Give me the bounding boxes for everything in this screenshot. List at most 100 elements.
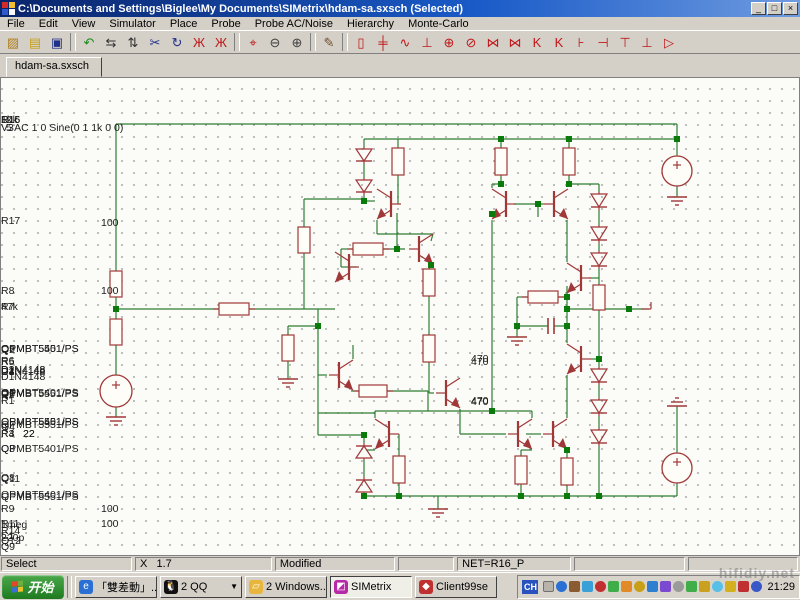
new-schematic-icon[interactable]: ▤ <box>24 32 46 52</box>
printer-tray-icon[interactable] <box>543 581 555 592</box>
place-capacitor-icon[interactable]: ╪ <box>372 32 394 52</box>
task-simetrix[interactable]: ◩ SIMetrix <box>330 575 412 598</box>
source-V3[interactable] <box>99 374 133 408</box>
tray-icon-8[interactable] <box>660 581 672 592</box>
task-explorer[interactable]: ▱2 Windows...▼ <box>245 575 327 598</box>
place-vsource-icon[interactable]: ⊕ <box>438 32 460 52</box>
resistor-R8[interactable] <box>281 334 295 362</box>
wire-junction[interactable] <box>361 198 367 204</box>
tray-icon-1[interactable] <box>569 581 581 592</box>
place-diode-1-icon[interactable]: ⋈ <box>482 32 504 52</box>
tray-icon-10[interactable] <box>686 581 698 592</box>
place-diode-2-icon[interactable]: ⋈ <box>504 32 526 52</box>
wire-junction[interactable] <box>596 356 602 362</box>
device-red-2-icon[interactable]: Ж <box>210 32 232 52</box>
menu-hierarchy[interactable]: Hierarchy <box>340 18 401 30</box>
tray-icon-7[interactable] <box>647 581 659 592</box>
task-client99se[interactable]: ◆ Client99se <box>415 575 497 598</box>
diode-D7[interactable] <box>589 252 609 268</box>
diode-D2[interactable] <box>354 179 374 194</box>
tray-icon-5[interactable] <box>621 581 633 592</box>
wire-junction[interactable] <box>535 201 541 207</box>
language-indicator[interactable]: CH <box>522 579 539 594</box>
resistor-R15[interactable] <box>109 318 123 346</box>
place-nfet-icon[interactable]: ⊦ <box>570 32 592 52</box>
minimize-button[interactable]: _ <box>751 2 766 15</box>
zoom-in-icon[interactable]: ⊕ <box>286 32 308 52</box>
place-inductor-icon[interactable]: ∿ <box>394 32 416 52</box>
diode-D9[interactable] <box>589 399 609 415</box>
menu-monte-carlo[interactable]: Monte-Carlo <box>401 18 476 30</box>
diode-D1[interactable] <box>354 148 374 163</box>
cut-icon[interactable]: ✂ <box>144 32 166 52</box>
tray-icon-4[interactable] <box>608 581 620 592</box>
tray-icon-6[interactable] <box>634 581 646 592</box>
wire-junction[interactable] <box>566 136 572 142</box>
schematic-canvas[interactable]: D1N4148 470 D1 R1 D1N4148 D2 Q1 QPMBT5401/PS QPM… <box>0 77 800 556</box>
resistor-R5[interactable] <box>352 242 384 256</box>
source-V1[interactable] <box>661 155 693 187</box>
resistor-R9[interactable] <box>494 147 508 176</box>
wire-junction[interactable] <box>514 323 520 329</box>
resistor-R6[interactable] <box>358 384 388 398</box>
tray-icon-14[interactable] <box>738 581 750 592</box>
place-pfet-icon[interactable]: ⊣ <box>592 32 614 52</box>
menu-edit[interactable]: Edit <box>32 18 65 30</box>
wire-junction[interactable] <box>564 493 570 499</box>
wire-junction[interactable] <box>518 493 524 499</box>
tab-schematic[interactable]: hdam-sa.sxsch <box>6 57 102 77</box>
resistor-R4[interactable] <box>422 334 436 363</box>
tray-icon-3[interactable] <box>595 581 607 592</box>
diode-D6[interactable] <box>589 226 609 242</box>
zoom-out-icon[interactable]: ⊖ <box>264 32 286 52</box>
wire-junction[interactable] <box>361 493 367 499</box>
diode-D10[interactable] <box>589 368 609 384</box>
menu-place[interactable]: Place <box>163 18 205 30</box>
wire-junction[interactable] <box>489 408 495 414</box>
place-npn-icon[interactable]: K <box>526 32 548 52</box>
task-qq[interactable]: 🐧 2 QQ ▼ <box>160 575 242 598</box>
maximize-button[interactable]: □ <box>767 2 782 15</box>
save-icon[interactable]: ▣ <box>46 32 68 52</box>
wire-junction[interactable] <box>564 447 570 453</box>
menu-simulator[interactable]: Simulator <box>102 18 162 30</box>
task-qq-dropdown-icon[interactable]: ▼ <box>230 582 238 591</box>
rotate-icon[interactable]: ↻ <box>166 32 188 52</box>
menu-probe-ac-noise[interactable]: Probe AC/Noise <box>248 18 340 30</box>
fit-horizontal-icon[interactable]: ⇆ <box>100 32 122 52</box>
resistor-R7[interactable] <box>297 226 311 254</box>
place-pjfet-icon[interactable]: ⊥ <box>636 32 658 52</box>
wire-junction[interactable] <box>498 136 504 142</box>
start-button[interactable]: 开始 <box>2 574 64 599</box>
tray-icon-2[interactable] <box>582 581 594 592</box>
wire-junction[interactable] <box>596 493 602 499</box>
diode-D4[interactable] <box>354 478 374 493</box>
undo-icon[interactable]: ↶ <box>78 32 100 52</box>
wire-junction[interactable] <box>113 306 119 312</box>
wire-junction[interactable] <box>564 323 570 329</box>
close-button[interactable]: × <box>783 2 798 15</box>
resistor-R1[interactable] <box>391 147 405 176</box>
tray-icon-15[interactable] <box>751 581 763 592</box>
diode-D5[interactable] <box>589 193 609 209</box>
resistor-R13[interactable] <box>592 284 606 311</box>
diode-D8[interactable] <box>589 429 609 445</box>
task-browser[interactable]: e 「雙差動」... <box>75 575 157 598</box>
diode-D3[interactable] <box>354 444 374 459</box>
place-resistor-icon[interactable]: ▯ <box>350 32 372 52</box>
tray-icon-9[interactable] <box>673 581 685 592</box>
zoom-area-icon[interactable]: ⌖ <box>242 32 264 52</box>
resistor-R3[interactable] <box>422 268 436 297</box>
resistor-R17[interactable] <box>218 302 250 316</box>
fit-vertical-icon[interactable]: ⇅ <box>122 32 144 52</box>
wire-junction[interactable] <box>626 306 632 312</box>
menu-view[interactable]: View <box>65 18 103 30</box>
open-icon[interactable]: ▨ <box>2 32 24 52</box>
tray-icon-13[interactable] <box>725 581 737 592</box>
place-ground-icon[interactable]: ⊥ <box>416 32 438 52</box>
menu-probe[interactable]: Probe <box>204 18 247 30</box>
source-V2[interactable] <box>661 452 693 484</box>
place-isource-icon[interactable]: ⊘ <box>460 32 482 52</box>
device-red-1-icon[interactable]: Ж <box>188 32 210 52</box>
wire-pencil-icon[interactable]: ✎ <box>318 32 340 52</box>
